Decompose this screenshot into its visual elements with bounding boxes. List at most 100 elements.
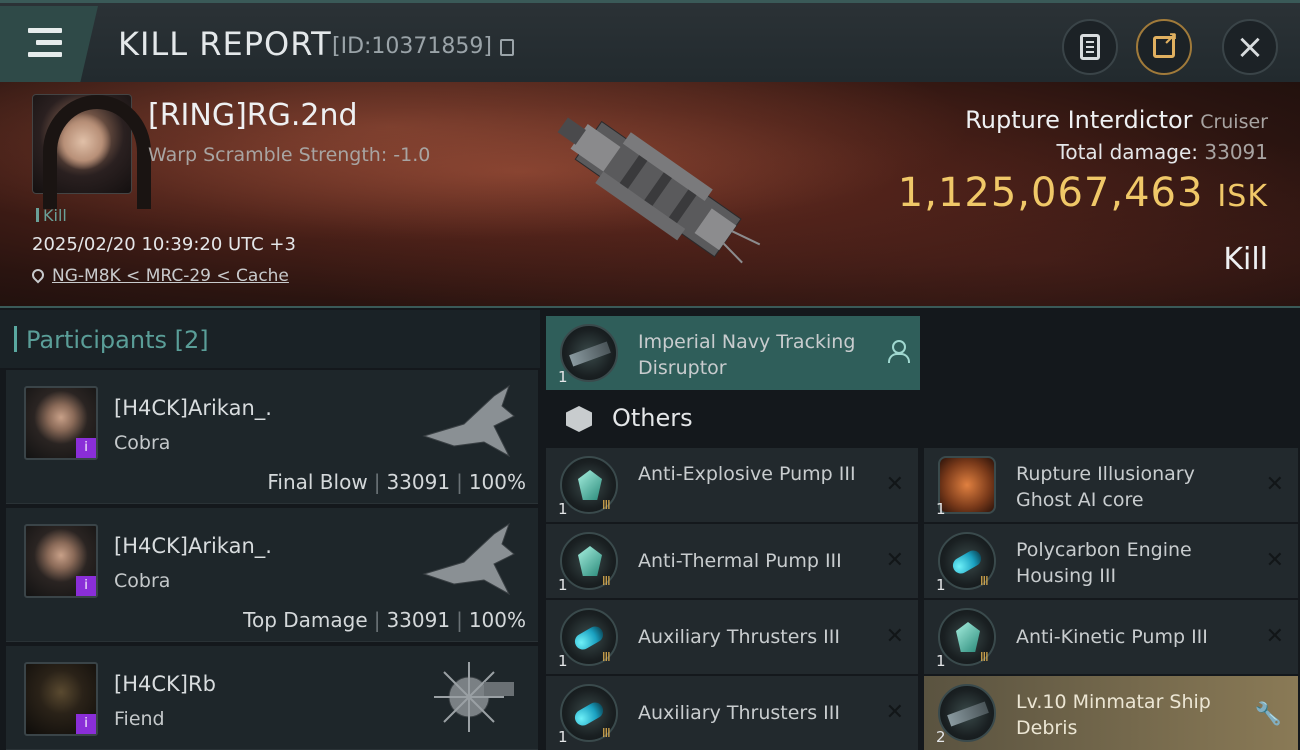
participant-name: [H4CK]Arikan_. bbox=[114, 534, 272, 558]
participant-ship-image bbox=[422, 384, 515, 458]
participant-ship-image bbox=[422, 522, 515, 596]
victim-portrait[interactable] bbox=[32, 94, 151, 209]
location-pin-icon bbox=[29, 266, 47, 284]
isk-amount: 1,125,067,463 bbox=[897, 170, 1204, 216]
module-name: Imperial Navy Tracking Disruptor bbox=[638, 331, 856, 379]
victim-ship-class: Rupture Interdictor Cruiser bbox=[965, 106, 1268, 134]
clipboard-icon bbox=[1080, 34, 1100, 60]
module-name: Anti-Explosive Pump III bbox=[638, 463, 856, 485]
tier-badge: III bbox=[602, 726, 611, 740]
remove-icon[interactable]: ✕ bbox=[1266, 548, 1284, 573]
ship-name[interactable]: Rupture Interdictor bbox=[965, 106, 1192, 134]
participants-header: Participants [2] bbox=[0, 310, 540, 368]
clipboard-button[interactable] bbox=[1062, 19, 1118, 75]
menu-button[interactable] bbox=[0, 6, 98, 82]
stat-label: Top Damage bbox=[243, 608, 368, 632]
module-item[interactable]: 1 III Anti-Explosive Pump III ✕ bbox=[546, 448, 918, 522]
avatar: i bbox=[24, 386, 98, 460]
victim-name[interactable]: [RING]RG.2nd bbox=[148, 98, 358, 133]
participant-row[interactable]: i [H4CK]Rb Fiend bbox=[6, 646, 538, 750]
total-damage-value: 33091 bbox=[1204, 140, 1268, 164]
close-button[interactable]: × bbox=[1222, 19, 1278, 75]
tracking-disruptor-icon bbox=[560, 324, 618, 382]
stat-percent: 100% bbox=[468, 608, 526, 632]
avatar: i bbox=[24, 662, 98, 736]
tier-badge: III bbox=[602, 498, 611, 512]
module-item[interactable]: 1 III Auxiliary Thrusters III ✕ bbox=[546, 676, 918, 750]
location[interactable]: NG-M8K < MRC-29 < Cache bbox=[29, 266, 289, 286]
participant-ship: Cobra bbox=[114, 570, 171, 592]
module-qty: 1 bbox=[936, 500, 946, 518]
page-title: KILL REPORT bbox=[118, 25, 332, 63]
module-item[interactable]: 1 III Polycarbon Engine Housing III ✕ bbox=[924, 524, 1298, 598]
participant-ship: Fiend bbox=[114, 708, 165, 730]
remove-icon[interactable]: ✕ bbox=[886, 472, 904, 497]
kill-tag: Kill bbox=[36, 206, 67, 225]
module-name: Anti-Kinetic Pump III bbox=[1016, 626, 1208, 648]
victim-ship-image bbox=[557, 117, 761, 264]
isk-unit: ISK bbox=[1217, 179, 1268, 214]
wrench-icon[interactable]: 🔧 bbox=[1255, 702, 1282, 727]
participant-stats: Top Damage | 33091 | 100% bbox=[243, 608, 526, 632]
stat-label: Final Blow bbox=[267, 470, 368, 494]
module-qty: 1 bbox=[936, 576, 946, 594]
participant-stats: Final Blow | 33091 | 100% bbox=[267, 470, 526, 494]
module-item[interactable]: 1 III Auxiliary Thrusters III ✕ bbox=[546, 600, 918, 674]
rank-badge-icon: i bbox=[76, 438, 96, 458]
module-qty: 1 bbox=[558, 728, 568, 746]
copy-icon[interactable] bbox=[500, 39, 514, 56]
top-bar: KILL REPORT [ID:10371859] × bbox=[0, 0, 1300, 82]
module-item[interactable]: 1 III Anti-Thermal Pump III ✕ bbox=[546, 524, 918, 598]
module-name: Anti-Thermal Pump III bbox=[638, 550, 842, 572]
person-icon bbox=[888, 340, 910, 363]
module-name: Rupture Illusionary Ghost AI core bbox=[1016, 463, 1195, 511]
rank-badge-icon: i bbox=[76, 714, 96, 734]
module-name: Polycarbon Engine Housing III bbox=[1016, 539, 1192, 587]
remove-icon[interactable]: ✕ bbox=[886, 700, 904, 725]
stat-damage: 33091 bbox=[386, 608, 451, 632]
tier-badge: III bbox=[980, 650, 989, 664]
module-name: Lv.10 Minmatar Ship Debris bbox=[1016, 691, 1211, 739]
module-item[interactable]: 2 Lv.10 Minmatar Ship Debris 🔧 bbox=[924, 676, 1298, 750]
isk-value: 1,125,067,463 ISK bbox=[898, 170, 1268, 216]
tier-badge: III bbox=[602, 650, 611, 664]
tier-badge: III bbox=[980, 574, 989, 588]
ship-debris-icon bbox=[938, 684, 996, 742]
module-qty: 1 bbox=[558, 368, 568, 386]
participant-ship: Cobra bbox=[114, 432, 171, 454]
module-qty: 1 bbox=[558, 652, 568, 670]
module-item[interactable]: 1 Imperial Navy Tracking Disruptor bbox=[546, 316, 920, 390]
remove-icon[interactable]: ✕ bbox=[1266, 472, 1284, 497]
warp-scramble-strength: Warp Scramble Strength: -1.0 bbox=[148, 144, 431, 166]
others-header: Others bbox=[546, 392, 920, 446]
module-item[interactable]: 1 Rupture Illusionary Ghost AI core ✕ bbox=[924, 448, 1298, 522]
others-label: Others bbox=[612, 404, 693, 432]
stat-damage: 33091 bbox=[386, 470, 451, 494]
total-damage-label: Total damage: bbox=[1056, 140, 1199, 164]
remove-icon[interactable]: ✕ bbox=[886, 624, 904, 649]
participant-name: [H4CK]Arikan_. bbox=[114, 396, 272, 420]
module-item[interactable]: 1 III Anti-Kinetic Pump III ✕ bbox=[924, 600, 1298, 674]
hamburger-icon bbox=[28, 28, 62, 64]
participant-name: [H4CK]Rb bbox=[114, 672, 216, 696]
share-icon bbox=[1153, 29, 1178, 58]
timestamp: 2025/02/20 10:39:20 UTC +3 bbox=[32, 234, 296, 255]
module-name: Auxiliary Thrusters III bbox=[638, 702, 840, 724]
victim-banner: [RING]RG.2nd Warp Scramble Strength: -1.… bbox=[0, 82, 1300, 308]
result-label: Kill bbox=[1223, 242, 1268, 277]
location-link[interactable]: NG-M8K < MRC-29 < Cache bbox=[52, 266, 289, 286]
total-damage: Total damage: 33091 bbox=[1057, 140, 1268, 164]
remove-icon[interactable]: ✕ bbox=[1266, 624, 1284, 649]
avatar: i bbox=[24, 524, 98, 598]
module-qty: 1 bbox=[936, 652, 946, 670]
participant-row[interactable]: i [H4CK]Arikan_. Cobra Final Blow | 33091 |… bbox=[6, 370, 538, 504]
ship-type: Cruiser bbox=[1200, 111, 1268, 133]
module-qty: 1 bbox=[558, 576, 568, 594]
module-qty: 1 bbox=[558, 500, 568, 518]
participant-row[interactable]: i [H4CK]Arikan_. Cobra Top Damage | 33091 |… bbox=[6, 508, 538, 642]
box-icon bbox=[566, 406, 592, 432]
remove-icon[interactable]: ✕ bbox=[886, 548, 904, 573]
rank-badge-icon: i bbox=[76, 576, 96, 596]
participants-title: Participants [2] bbox=[14, 326, 209, 354]
share-button[interactable] bbox=[1136, 19, 1192, 75]
